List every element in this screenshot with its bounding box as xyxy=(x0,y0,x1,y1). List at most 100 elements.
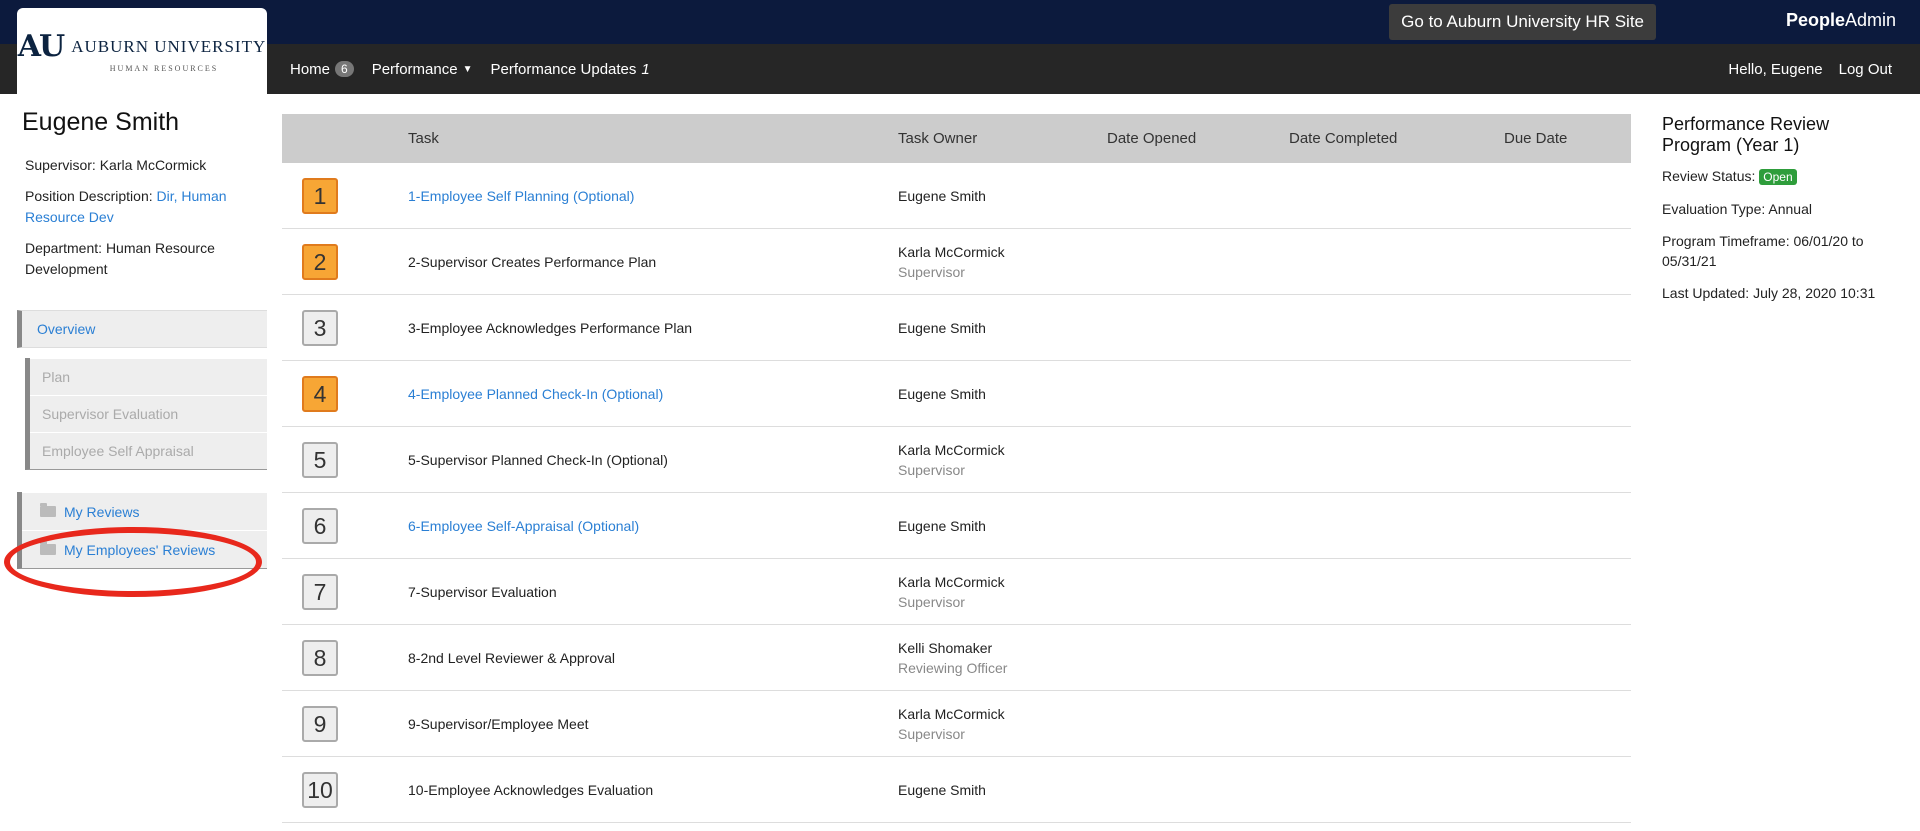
last-updated: Last Updated: July 28, 2020 10:31 xyxy=(1662,283,1902,303)
task-table: Task Task Owner Date Opened Date Complet… xyxy=(282,114,1631,823)
eval-value: Annual xyxy=(1768,201,1812,217)
brand-people: People xyxy=(1785,10,1845,30)
department-label: Department: xyxy=(25,240,103,256)
step-number: 8 xyxy=(302,639,338,676)
step-number: 4 xyxy=(302,375,338,412)
logo-sub: HUMAN RESOURCES xyxy=(109,64,219,73)
top-bar: Go to Auburn University HR Site PeopleAd… xyxy=(0,0,1920,44)
header-due-date: Due Date xyxy=(1504,130,1568,147)
supervisor-label: Supervisor: xyxy=(25,157,96,173)
sidebar-item-my-reviews[interactable]: My Reviews xyxy=(22,492,267,530)
timeframe-label: Program Timeframe: xyxy=(1662,233,1790,249)
sidebar-item-overview[interactable]: Overview xyxy=(17,310,267,348)
employee-name: Eugene Smith xyxy=(22,108,180,136)
task-name: 7-Supervisor Evaluation xyxy=(408,583,557,600)
task-owner: Eugene Smith xyxy=(898,319,986,336)
task-owner: Karla McCormick xyxy=(898,705,1005,722)
step-number: 1 xyxy=(302,177,338,214)
task-owner: Kelli Shomaker xyxy=(898,639,993,656)
task-owner: Karla McCormick xyxy=(898,243,1005,260)
auburn-logo[interactable]: AU AUBURN UNIVERSITY HUMAN RESOURCES xyxy=(17,8,267,94)
owner-role: Supervisor xyxy=(898,593,965,610)
nav-right: Hello, Eugene Log Out xyxy=(1728,44,1892,94)
task-name: 3-Employee Acknowledges Performance Plan xyxy=(408,319,693,336)
task-name[interactable]: 1-Employee Self Planning (Optional) xyxy=(408,188,634,204)
folder-icon xyxy=(40,503,56,517)
task-name: 10-Employee Acknowledges Evaluation xyxy=(408,781,654,798)
task-owner: Karla McCormick xyxy=(898,441,1005,458)
sidebar-item-supervisor-evaluation: Supervisor Evaluation xyxy=(30,395,267,432)
table-row: 4 4-Employee Planned Check-In (Optional) E… xyxy=(282,361,1631,427)
position-label: Position Description: xyxy=(25,188,153,204)
step-number: 9 xyxy=(302,705,338,742)
table-row: 8 8-2nd Level Reviewer & Approval Kelli Sh… xyxy=(282,625,1631,691)
highlight-circle-annotation xyxy=(4,527,262,597)
sidebar: Eugene Smith Supervisor: Karla McCormick… xyxy=(17,94,267,569)
nav-updates-label: Performance Updates xyxy=(490,60,637,78)
au-mark: AU xyxy=(17,29,65,64)
eval-label: Evaluation Type: xyxy=(1662,201,1766,217)
step-number: 5 xyxy=(302,441,338,478)
table-body: 1 1-Employee Self Planning (Optional) Euge… xyxy=(282,163,1631,823)
review-status: Review Status: Open xyxy=(1662,166,1902,187)
table-row: 10 10-Employee Acknowledges Evaluation Eug… xyxy=(282,757,1631,823)
updates-badge: 1 xyxy=(641,60,650,78)
nav-performance-label: Performance xyxy=(371,60,458,78)
chevron-down-icon: ▼ xyxy=(462,63,473,75)
status-badge: Open xyxy=(1759,169,1797,185)
task-owner: Eugene Smith xyxy=(898,187,986,204)
nav-home-label: Home xyxy=(290,60,331,78)
step-number: 6 xyxy=(302,507,338,544)
brand-admin: Admin xyxy=(1844,10,1896,30)
header-date-completed: Date Completed xyxy=(1289,130,1398,147)
logout-link[interactable]: Log Out xyxy=(1839,61,1892,78)
header-owner: Task Owner xyxy=(898,130,978,147)
evaluation-type: Evaluation Type: Annual xyxy=(1662,199,1902,219)
updated-label: Last Updated: xyxy=(1662,285,1750,301)
step-number: 2 xyxy=(302,243,338,280)
header-date-opened: Date Opened xyxy=(1107,130,1197,147)
task-name: 5-Supervisor Planned Check-In (Optional) xyxy=(408,451,668,468)
nav-performance-updates[interactable]: Performance Updates 1 xyxy=(490,61,649,78)
task-owner: Eugene Smith xyxy=(898,385,986,402)
table-row: 3 3-Employee Acknowledges Performance Pla… xyxy=(282,295,1631,361)
owner-role: Supervisor xyxy=(898,263,965,280)
table-row: 1 1-Employee Self Planning (Optional) Euge… xyxy=(282,163,1631,229)
hr-site-button[interactable]: Go to Auburn University HR Site xyxy=(1389,4,1656,40)
peopleadmin-brand: PeopleAdmin xyxy=(1786,10,1896,31)
review-summary: Performance Review Program (Year 1) Revi… xyxy=(1662,114,1902,315)
department-info: Department: Human Resource Development xyxy=(25,238,267,280)
task-owner: Karla McCormick xyxy=(898,573,1005,590)
position-info: Position Description: Dir, Human Resourc… xyxy=(25,186,267,228)
task-owner: Eugene Smith xyxy=(898,781,986,798)
table-row: 9 9-Supervisor/Employee Meet Karla McCormi… xyxy=(282,691,1631,757)
main-nav: Home 6 Performance ▼ Performance Updates 1 xyxy=(290,44,650,94)
table-row: 6 6-Employee Self-Appraisal (Optional) Eug… xyxy=(282,493,1631,559)
table-header: Task Task Owner Date Opened Date Complet… xyxy=(282,114,1631,163)
task-name: 9-Supervisor/Employee Meet xyxy=(408,715,589,732)
task-name: 8-2nd Level Reviewer & Approval xyxy=(408,649,616,666)
step-number: 10 xyxy=(302,771,338,808)
user-greeting[interactable]: Hello, Eugene xyxy=(1728,61,1822,78)
sidebar-item-plan: Plan xyxy=(30,358,267,395)
nav-performance[interactable]: Performance ▼ xyxy=(372,61,473,78)
status-label: Review Status: xyxy=(1662,168,1756,184)
supervisor-value: Karla McCormick xyxy=(99,157,207,173)
owner-role: Reviewing Officer xyxy=(898,659,1008,676)
updated-value: July 28, 2020 10:31 xyxy=(1753,285,1876,301)
task-name[interactable]: 4-Employee Planned Check-In (Optional) xyxy=(408,386,663,402)
step-number: 7 xyxy=(302,573,338,610)
program-title: Performance Review Program (Year 1) xyxy=(1662,114,1830,155)
task-name[interactable]: 6-Employee Self-Appraisal (Optional) xyxy=(408,518,639,534)
owner-role: Supervisor xyxy=(898,725,965,742)
sidebar-subnav: Plan Supervisor Evaluation Employee Self… xyxy=(25,358,267,470)
sidebar-item-employee-self-appraisal: Employee Self Appraisal xyxy=(30,432,267,469)
supervisor-info: Supervisor: Karla McCormick xyxy=(25,155,267,176)
nav-home[interactable]: Home 6 xyxy=(290,61,354,78)
nav-bar xyxy=(0,44,1920,94)
step-number: 3 xyxy=(302,309,338,346)
task-owner: Eugene Smith xyxy=(898,517,986,534)
program-timeframe: Program Timeframe: 06/01/20 to 05/31/21 xyxy=(1662,231,1902,271)
logo-name: AUBURN UNIVERSITY xyxy=(71,36,267,56)
task-name: 2-Supervisor Creates Performance Plan xyxy=(408,253,657,270)
